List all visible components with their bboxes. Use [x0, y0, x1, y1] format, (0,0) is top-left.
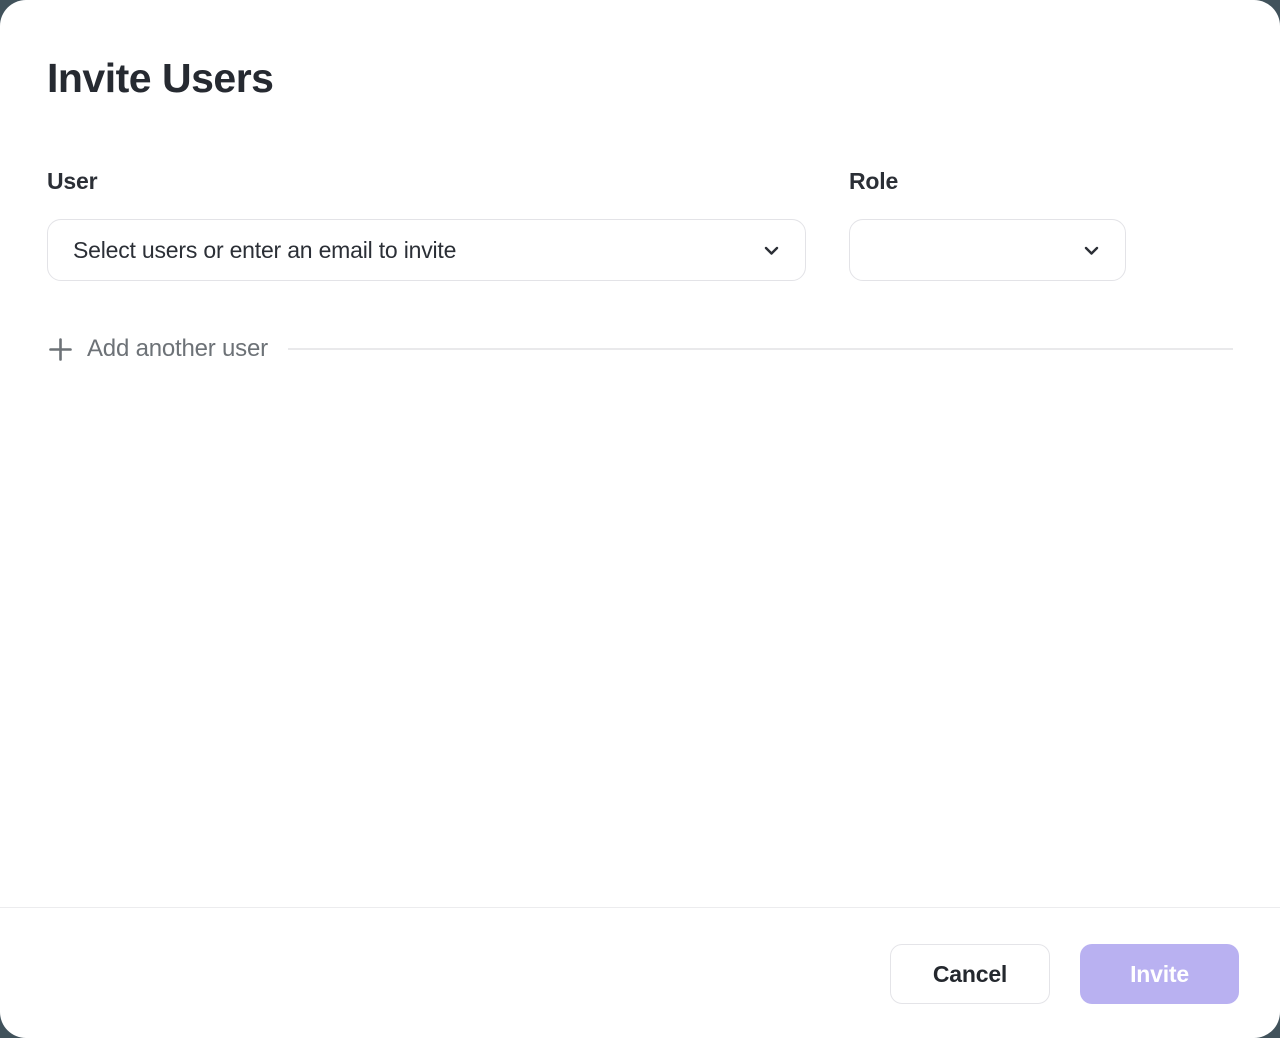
page-title: Invite Users [47, 55, 1233, 102]
dialog-body: Invite Users User Select users or enter … [0, 0, 1280, 907]
add-user-row: Add another user [47, 335, 1233, 363]
cancel-button[interactable]: Cancel [890, 944, 1050, 1004]
role-field-group: Role [849, 168, 1126, 281]
chevron-down-icon [1082, 241, 1101, 260]
user-select[interactable]: Select users or enter an email to invite [47, 219, 806, 281]
dialog-footer: Cancel Invite [0, 907, 1280, 1038]
role-select[interactable] [849, 219, 1126, 281]
add-another-user-label: Add another user [87, 335, 268, 363]
plus-icon [47, 336, 74, 363]
chevron-down-icon [762, 241, 781, 260]
user-select-placeholder: Select users or enter an email to invite [73, 237, 762, 264]
role-field-label: Role [849, 168, 1126, 195]
user-field-label: User [47, 168, 806, 195]
horizontal-divider [288, 348, 1233, 350]
invite-users-dialog: Invite Users User Select users or enter … [0, 0, 1280, 1038]
invite-button[interactable]: Invite [1080, 944, 1239, 1004]
add-another-user-button[interactable]: Add another user [47, 335, 268, 363]
invite-form-row: User Select users or enter an email to i… [47, 168, 1233, 281]
user-field-group: User Select users or enter an email to i… [47, 168, 806, 281]
